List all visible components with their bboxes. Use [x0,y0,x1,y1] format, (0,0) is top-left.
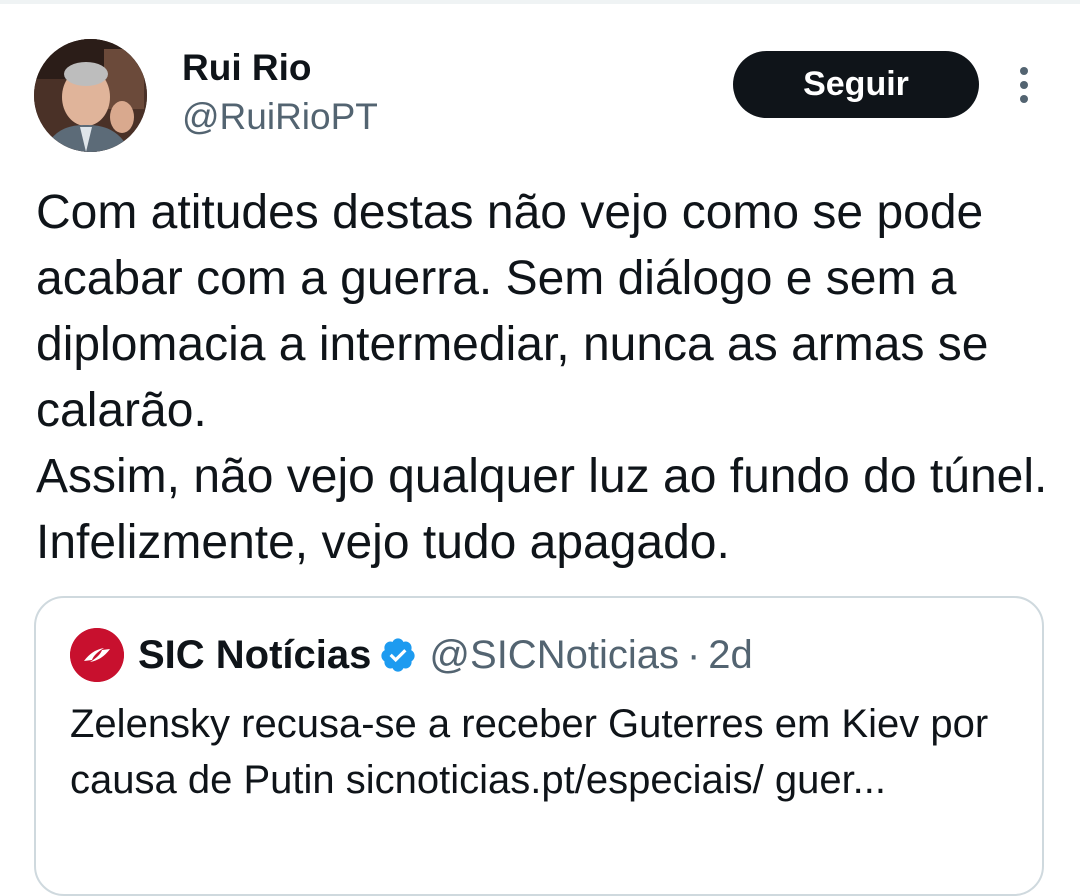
tweet-text: Com atitudes destas não vejo como se pod… [36,186,1048,569]
author-display-name[interactable]: Rui Rio [182,46,311,90]
sic-logo-icon [70,628,124,682]
more-options-button[interactable] [1006,62,1042,108]
quoted-author-avatar[interactable] [70,628,124,682]
avatar-photo [34,39,147,152]
follow-button[interactable]: Seguir [733,51,979,118]
quoted-tweet-text: Zelensky recusa-se a receber Guterres em… [70,702,989,802]
quoted-author-handle[interactable]: @SICNoticias [429,633,679,678]
quoted-tweet-header: SIC Notícias @SICNoticias · 2d [70,622,753,688]
separator-dot: · [686,632,701,677]
verified-badge-icon [379,636,417,674]
quoted-tweet-timestamp[interactable]: 2d [708,633,753,678]
vertical-ellipsis-icon [1020,67,1028,103]
quoted-tweet-card[interactable]: SIC Notícias @SICNoticias · 2d Zelensky … [34,596,1044,896]
top-divider [0,0,1080,4]
avatar[interactable] [34,39,147,152]
author-handle[interactable]: @RuiRioPT [182,95,378,139]
quoted-author-name[interactable]: SIC Notícias [138,633,371,678]
